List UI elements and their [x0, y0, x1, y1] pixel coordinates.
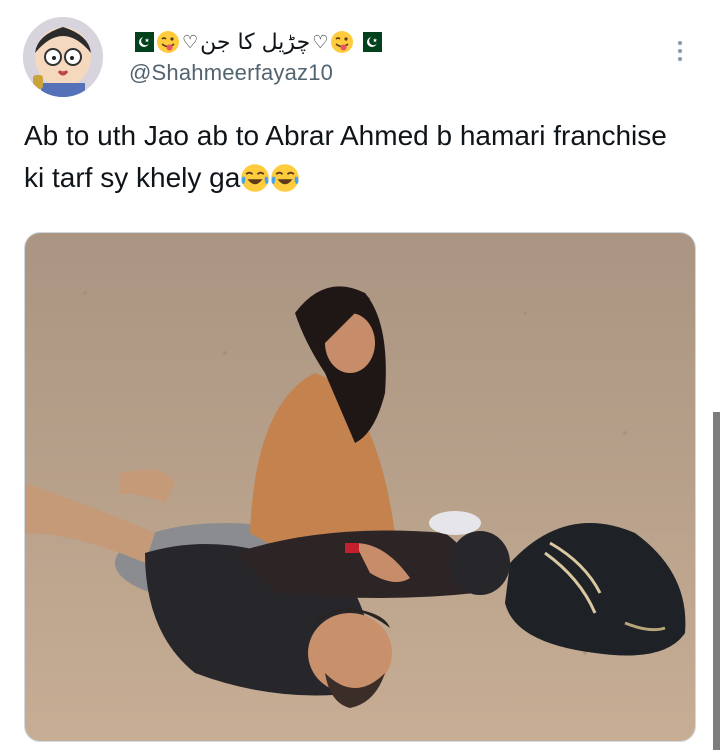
user-handle[interactable]: @Shahmeerfayaz10: [129, 60, 333, 86]
ellipsis-dot: [678, 57, 682, 61]
ellipsis-dot: [678, 49, 682, 53]
face-with-tears-of-joy-icon: [271, 164, 300, 192]
winking-face-with-tongue-icon: [157, 31, 179, 53]
avatar[interactable]: [23, 17, 103, 97]
tweet-text: Ab to uth Jao ab to Abrar Ahmed b hamari…: [24, 115, 684, 199]
photo-couple-on-ground: [25, 233, 695, 741]
heart-outline-icon: ♡: [182, 31, 199, 52]
more-options-button[interactable]: [666, 36, 694, 66]
vertical-ellipsis-icon: [678, 41, 682, 45]
scrollbar[interactable]: [713, 412, 720, 750]
heart-outline-icon: ♡: [312, 31, 329, 52]
face-with-tears-of-joy-icon: [241, 164, 270, 192]
display-name-text: چڑیل کا جن: [200, 29, 311, 55]
tweet-photo[interactable]: [24, 232, 696, 742]
display-name[interactable]: ♡ چڑیل کا جن ♡: [128, 27, 383, 57]
winking-face-with-tongue-icon: [331, 31, 354, 53]
pakistan-flag-icon: [356, 32, 383, 52]
avatar-cartoon-image: [23, 17, 103, 97]
tweet-text-content: Ab to uth Jao ab to Abrar Ahmed b hamari…: [24, 120, 667, 193]
pakistan-flag-icon: [128, 32, 154, 52]
